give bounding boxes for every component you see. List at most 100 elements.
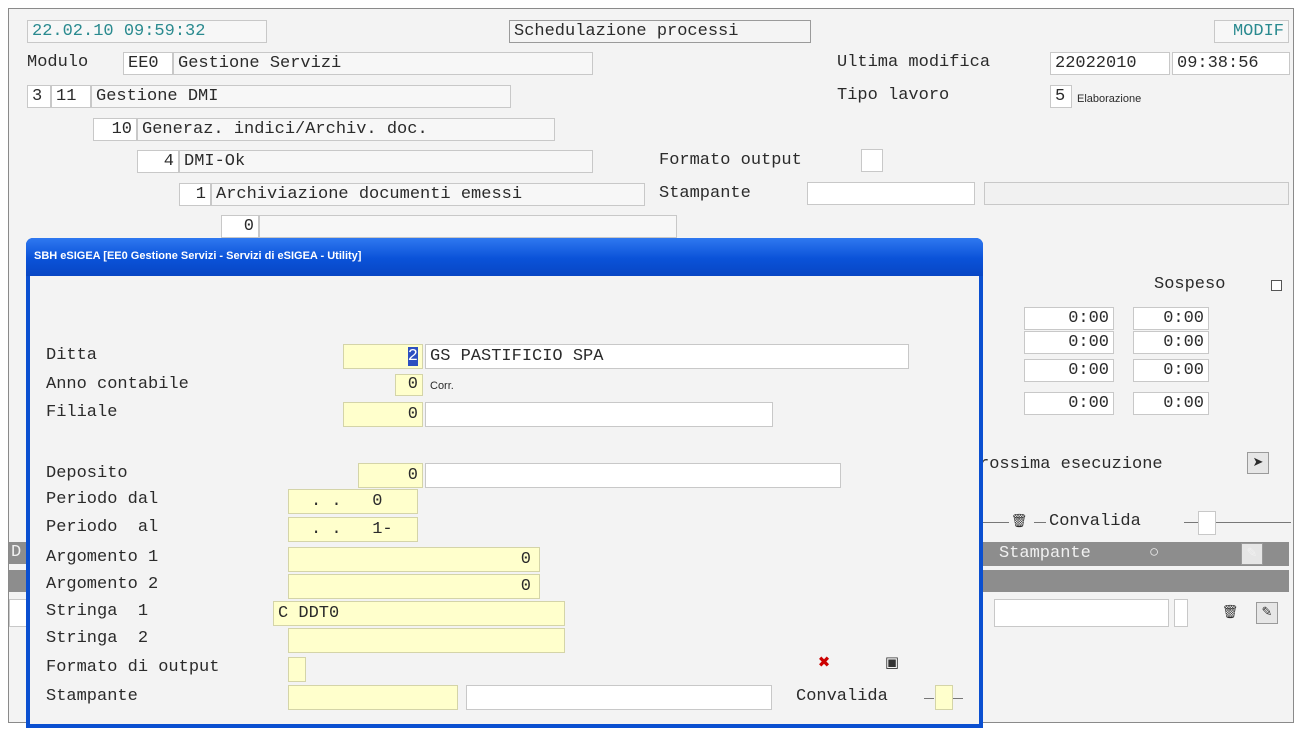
- pen-icon: ✎: [1261, 605, 1273, 620]
- stringa-1-label: Stringa 1: [46, 602, 149, 621]
- convalida-label: Convalida: [1049, 512, 1141, 531]
- dialog-convalida-field[interactable]: [935, 685, 953, 710]
- cancel-button[interactable]: ✖: [813, 652, 835, 674]
- tree-l4-name: Archiviazione documenti emessi: [211, 183, 645, 206]
- dialog-body: Ditta 2 GS PASTIFICIO SPA Anno contabile…: [30, 276, 979, 724]
- divider: [1034, 522, 1046, 523]
- radio-icon[interactable]: ○: [1149, 542, 1159, 566]
- tipo-lavoro-label: Tipo lavoro: [837, 86, 950, 105]
- divider: [953, 698, 963, 699]
- divider: [1184, 522, 1198, 523]
- arrow-icon: ➤: [1252, 455, 1264, 470]
- filiale-desc-field: [425, 402, 773, 427]
- deposito-desc-field: [425, 463, 841, 488]
- argomento-2-label: Argomento 2: [46, 575, 159, 594]
- stampante-bar-label: Stampante: [999, 544, 1091, 563]
- prossima-esecuzione-button[interactable]: ➤: [1247, 452, 1269, 474]
- ultima-modifica-label: Ultima modifica: [837, 53, 991, 72]
- time-field-1[interactable]: 0:00: [1024, 307, 1114, 330]
- time-field-6[interactable]: 0:00: [1133, 359, 1209, 382]
- time-field-8[interactable]: 0:00: [1133, 392, 1209, 415]
- save-icon: ▣: [884, 653, 900, 671]
- utility-dialog: SBH eSIGEA [EE0 Gestione Servizi - Servi…: [26, 238, 983, 728]
- dialog-stampante-field[interactable]: [288, 685, 458, 710]
- deposito-label: Deposito: [46, 464, 128, 483]
- formato-output-field[interactable]: [861, 149, 883, 172]
- bottom-field-1[interactable]: [994, 599, 1169, 627]
- periodo-al-field[interactable]: . . 1-: [288, 517, 418, 542]
- time-field-3[interactable]: 0:00: [1024, 331, 1114, 354]
- close-icon: ✖: [817, 653, 831, 671]
- dialog-stampante-desc: [466, 685, 772, 710]
- dialog-stampante-label: Stampante: [46, 687, 138, 706]
- prossima-esecuzione-label: rossima esecuzione: [979, 455, 1163, 474]
- filiale-field[interactable]: 0: [343, 402, 423, 427]
- time-field-5[interactable]: 0:00: [1024, 359, 1114, 382]
- stringa-2-field[interactable]: [288, 628, 565, 653]
- formato-output-label: Formato output: [659, 151, 802, 170]
- modulo-code-field[interactable]: EE0: [123, 52, 173, 75]
- stringa-1-field[interactable]: C DDT0: [273, 601, 565, 626]
- convalida-field[interactable]: [1198, 511, 1216, 535]
- save-button[interactable]: ▣: [881, 652, 903, 674]
- ditta-code-field[interactable]: 2: [343, 344, 423, 369]
- time-field-4[interactable]: 0:00: [1133, 331, 1209, 354]
- stampante-code-field[interactable]: [807, 182, 975, 205]
- anno-contabile-label: Anno contabile: [46, 375, 189, 394]
- sospeso-label: Sospeso: [1154, 275, 1226, 294]
- argomento-1-label: Argomento 1: [46, 548, 159, 567]
- argomento-2-field[interactable]: 0: [288, 574, 540, 599]
- tree-l5-num[interactable]: 0: [221, 215, 259, 238]
- gray-bar-2: [979, 570, 1289, 592]
- delete-button-2[interactable]: 🗑: [1219, 603, 1241, 625]
- anno-note: Corr.: [430, 380, 454, 392]
- tree-l4-num[interactable]: 1: [179, 183, 211, 206]
- time-field-2[interactable]: 0:00: [1133, 307, 1209, 330]
- divider: [924, 698, 934, 699]
- stampante-label: Stampante: [659, 184, 751, 203]
- modulo-name-field: Gestione Servizi: [173, 52, 593, 75]
- delete-icon-button[interactable]: 🗑: [1008, 512, 1030, 534]
- ultima-modifica-time: 09:38:56: [1172, 52, 1290, 75]
- tree-l3-num[interactable]: 4: [137, 150, 179, 173]
- sospeso-checkbox[interactable]: [1271, 280, 1282, 291]
- modulo-label: Modulo: [27, 53, 89, 72]
- periodo-dal-label: Periodo dal: [46, 490, 159, 509]
- tipo-lavoro-code[interactable]: 5: [1050, 85, 1072, 108]
- bottom-field-2[interactable]: [1174, 599, 1188, 627]
- tree-l2-num[interactable]: 10: [93, 118, 137, 141]
- trash-icon: 🗑: [1010, 514, 1028, 529]
- anno-contabile-field[interactable]: 0: [395, 374, 423, 396]
- argomento-1-field[interactable]: 0: [288, 547, 540, 572]
- periodo-dal-field[interactable]: . . 0: [288, 489, 418, 514]
- dialog-convalida-label: Convalida: [796, 687, 888, 706]
- ultima-modifica-date: 22022010: [1050, 52, 1170, 75]
- tree-l2-name: Generaz. indici/Archiv. doc.: [137, 118, 555, 141]
- ditta-label: Ditta: [46, 346, 98, 365]
- datetime-display: 22.02.10 09:59:32: [27, 20, 267, 43]
- tree-l1-b[interactable]: 11: [51, 85, 91, 108]
- pen-icon[interactable]: ✎: [1241, 543, 1263, 565]
- mode-badge: MODIF: [1214, 20, 1289, 43]
- trash-icon: 🗑: [1221, 605, 1239, 620]
- dialog-title: SBH eSIGEA [EE0 Gestione Servizi - Servi…: [34, 250, 362, 262]
- formato-output-field[interactable]: [288, 657, 306, 682]
- tree-l3-name: DMI-Ok: [179, 150, 593, 173]
- stringa-2-label: Stringa 2: [46, 629, 149, 648]
- filiale-label: Filiale: [46, 403, 118, 422]
- time-field-7[interactable]: 0:00: [1024, 392, 1114, 415]
- tree-l1-a[interactable]: 3: [27, 85, 51, 108]
- stampante-bar: Stampante ○ ✎: [979, 542, 1289, 566]
- ditta-name-field: GS PASTIFICIO SPA: [425, 344, 909, 369]
- formato-output-label: Formato di output: [46, 658, 220, 677]
- tree-l5-name: [259, 215, 677, 238]
- window-title: Schedulazione processi: [509, 20, 811, 43]
- divider: [1216, 522, 1291, 523]
- ditta-code-value: 2: [407, 347, 418, 366]
- deposito-field[interactable]: 0: [358, 463, 423, 488]
- pen-button[interactable]: ✎: [1256, 602, 1278, 624]
- periodo-al-label: Periodo al: [46, 518, 159, 537]
- tipo-lavoro-value: Elaborazione: [1077, 93, 1142, 105]
- dialog-titlebar[interactable]: SBH eSIGEA [EE0 Gestione Servizi - Servi…: [26, 238, 983, 276]
- tree-l1-name: Gestione DMI: [91, 85, 511, 108]
